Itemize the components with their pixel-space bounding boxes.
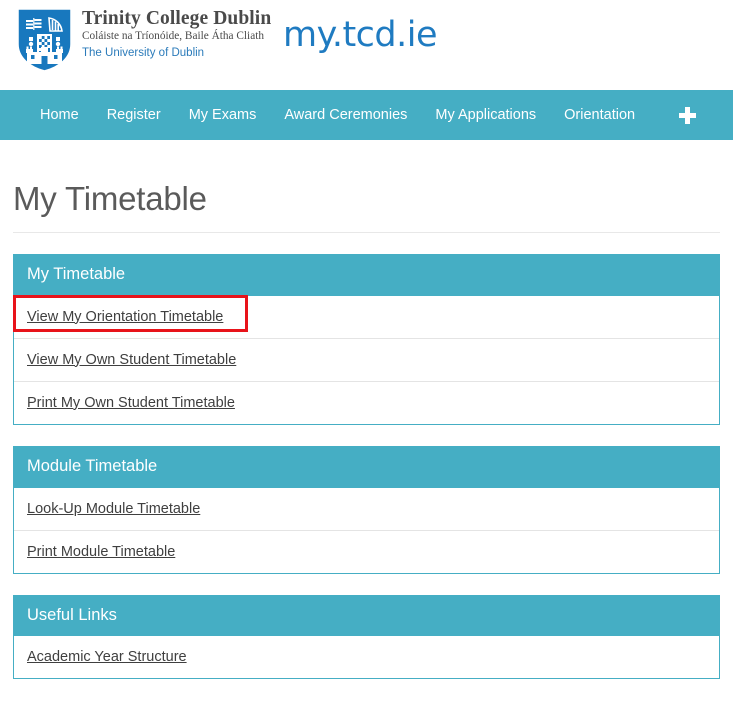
link-view-my-own-student-timetable[interactable]: View My Own Student Timetable [27, 352, 236, 368]
main-navigation: Home Register My Exams Award Ceremonies … [0, 90, 733, 140]
brand-lockup[interactable]: Trinity College Dublin Coláiste na Tríon… [17, 8, 271, 72]
brand-text-block: Trinity College Dublin Coláiste na Tríon… [82, 8, 271, 62]
trinity-shield-icon [17, 8, 72, 72]
panel-heading: Useful Links [14, 594, 719, 637]
list-item[interactable]: Print My Own Student Timetable [14, 382, 719, 424]
panel-heading: My Timetable [14, 254, 719, 296]
nav-item-my-applications[interactable]: My Applications [421, 108, 550, 123]
panel-heading: Module Timetable [14, 445, 719, 488]
institution-name: Trinity College Dublin [82, 8, 272, 29]
panel-body: Look-Up Module Timetable Print Module Ti… [14, 488, 719, 573]
page-title: My Timetable [13, 140, 720, 233]
nav-item-register[interactable]: Register [93, 108, 175, 123]
link-print-my-own-student-timetable[interactable]: Print My Own Student Timetable [27, 395, 235, 411]
site-wordmark[interactable]: my.tcd.ie [283, 15, 438, 55]
institution-subtitle: The University of Dublin [82, 46, 205, 59]
link-print-module-timetable[interactable]: Print Module Timetable [27, 544, 175, 560]
link-look-up-module-timetable[interactable]: Look-Up Module Timetable [27, 501, 200, 517]
panel-useful-links: Useful Links Academic Year Structure [13, 594, 720, 680]
list-item[interactable]: Academic Year Structure [14, 636, 719, 678]
panel-my-timetable: My Timetable View My Orientation Timetab… [13, 254, 720, 425]
nav-item-home[interactable]: Home [28, 108, 93, 123]
panel-module-timetable: Module Timetable Look-Up Module Timetabl… [13, 445, 720, 574]
nav-item-award-ceremonies[interactable]: Award Ceremonies [270, 108, 421, 123]
link-view-my-orientation-timetable[interactable]: View My Orientation Timetable [27, 309, 223, 325]
nav-item-my-exams[interactable]: My Exams [175, 108, 271, 123]
link-academic-year-structure[interactable]: Academic Year Structure [27, 649, 187, 665]
panel-body: View My Orientation Timetable View My Ow… [13, 294, 719, 424]
list-item[interactable]: View My Orientation Timetable [13, 294, 719, 339]
list-item[interactable]: View My Own Student Timetable [14, 339, 719, 382]
panel-body: Academic Year Structure [14, 636, 719, 678]
add-tab-button[interactable] [667, 106, 708, 124]
plus-icon [679, 106, 697, 124]
nav-item-orientation[interactable]: Orientation [550, 108, 649, 123]
site-header: Trinity College Dublin Coláiste na Tríon… [0, 0, 733, 90]
list-item[interactable]: Look-Up Module Timetable [14, 488, 719, 531]
institution-name-irish: Coláiste na Tríonóide, Baile Átha Cliath [82, 30, 264, 43]
list-item[interactable]: Print Module Timetable [14, 531, 719, 573]
page-content: My Timetable My Timetable View My Orient… [0, 140, 733, 680]
